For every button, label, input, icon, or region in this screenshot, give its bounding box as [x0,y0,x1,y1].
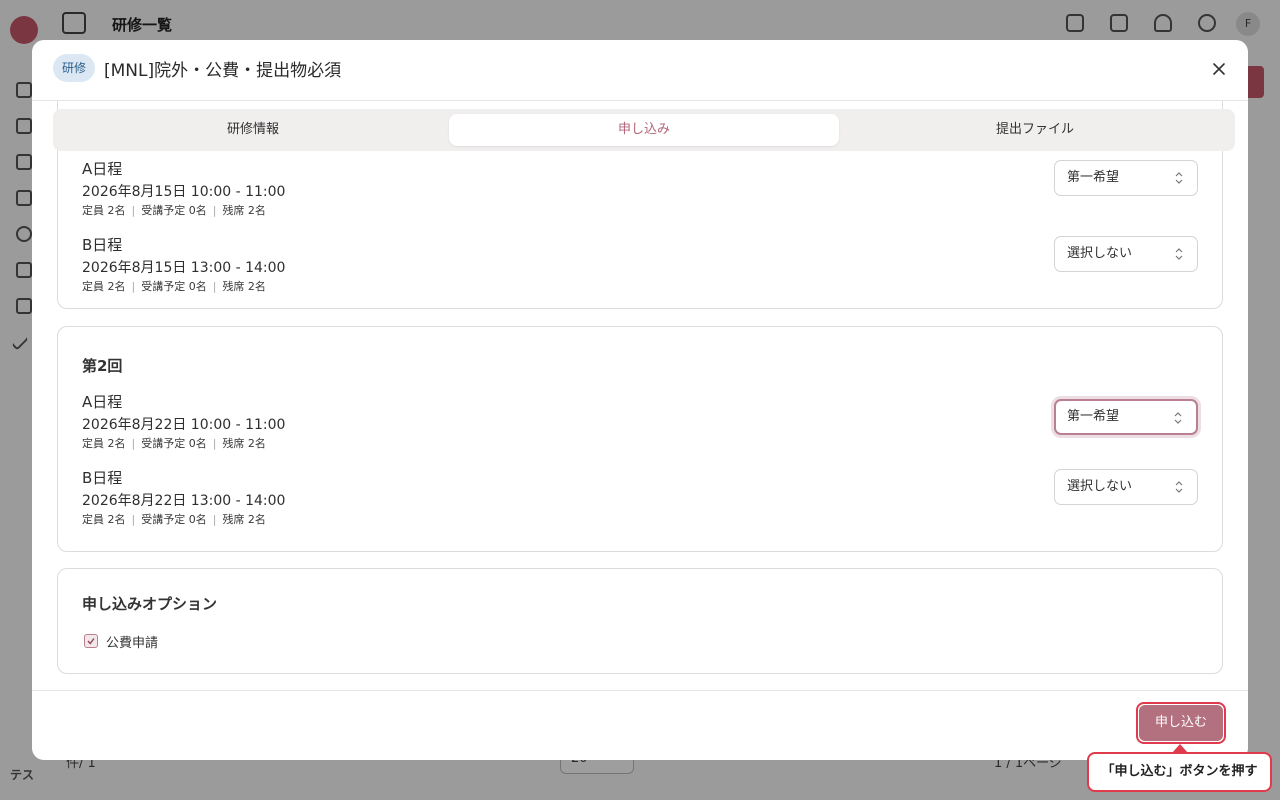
close-icon [1213,63,1225,75]
slot-datetime: 2026年8月22日 10:00 - 11:00 [82,417,286,433]
slot-capacity-info: 定員 2名 | 受講予定 0名 | 残席 2名 [82,280,266,293]
submit-button[interactable]: 申し込む [1139,705,1223,741]
schedule-slot: B日程 2026年8月22日 13:00 - 14:00 定員 2名 | 受講予定 … [82,467,1202,527]
planned-count: 受講予定 0名 [141,280,207,293]
capacity: 定員 2名 [82,437,126,450]
tab-training-info[interactable]: 研修情報 [58,114,448,146]
category-badge: 研修 [53,54,96,82]
modal-header: 研修 [MNL]院外・公費・提出物必須 [32,40,1248,101]
slot-capacity-info: 定員 2名 | 受講予定 0名 | 残席 2名 [82,437,266,450]
planned-count: 受講予定 0名 [141,437,207,450]
tab-list: 研修情報 申し込み 提出ファイル [53,109,1235,151]
remaining-seats: 残席 2名 [222,513,266,526]
chevron-updown-icon [1175,248,1183,260]
preference-select[interactable]: 選択しない [1054,469,1198,505]
slot-datetime: 2026年8月22日 13:00 - 14:00 [82,493,286,509]
slot-datetime: 2026年8月15日 13:00 - 14:00 [82,260,286,276]
chevron-updown-icon [1174,412,1182,424]
capacity: 定員 2名 [82,280,126,293]
select-value: 第一希望 [1067,170,1120,185]
modal-footer [32,690,1248,760]
public-funding-label: 公費申請 [106,636,159,651]
close-button[interactable] [1208,58,1230,80]
schedule-slot: A日程 2026年8月15日 10:00 - 11:00 定員 2名 | 受講予定 … [82,158,1202,218]
preference-select[interactable]: 選択しない [1054,236,1198,272]
chevron-updown-icon [1175,172,1183,184]
tab-application[interactable]: 申し込み [449,114,839,146]
session-card: 第2回 A日程 2026年8月22日 10:00 - 11:00 定員 2名 | 受… [57,326,1223,552]
slot-capacity-info: 定員 2名 | 受講予定 0名 | 残席 2名 [82,513,266,526]
guide-tooltip: 「申し込む」ボタンを押す [1087,752,1272,792]
remaining-seats: 残席 2名 [222,437,266,450]
slot-capacity-info: 定員 2名 | 受講予定 0名 | 残席 2名 [82,204,266,217]
modal-body[interactable]: 研修情報 申し込み 提出ファイル A日程 2026年8月15日 10:00 - … [32,101,1248,690]
remaining-seats: 残席 2名 [222,204,266,217]
capacity: 定員 2名 [82,204,126,217]
select-value: 第一希望 [1067,409,1120,424]
preference-select[interactable]: 第一希望 [1054,160,1198,196]
remaining-seats: 残席 2名 [222,280,266,293]
slot-name: A日程 [82,393,123,411]
slot-name: B日程 [82,469,123,487]
slot-name: B日程 [82,236,123,254]
schedule-slot: B日程 2026年8月15日 13:00 - 14:00 定員 2名 | 受講予定 … [82,234,1202,294]
schedule-slot: A日程 2026年8月22日 10:00 - 11:00 定員 2名 | 受講予定 … [82,391,1202,451]
select-value: 選択しない [1067,479,1133,494]
training-modal: 研修 [MNL]院外・公費・提出物必須 研修情報 申し込み 提出ファイル A日程… [32,40,1248,760]
tab-submission-files[interactable]: 提出ファイル [840,114,1230,146]
slot-name: A日程 [82,160,123,178]
options-heading: 申し込みオプション [82,595,218,613]
capacity: 定員 2名 [82,513,126,526]
chevron-updown-icon [1175,481,1183,493]
options-card: 申し込みオプション 公費申請 [57,568,1223,674]
slot-datetime: 2026年8月15日 10:00 - 11:00 [82,184,286,200]
select-value: 選択しない [1067,246,1133,261]
preference-select[interactable]: 第一希望 [1054,399,1198,435]
session-heading: 第2回 [82,357,123,375]
planned-count: 受講予定 0名 [141,513,207,526]
check-icon [87,638,95,645]
modal-title: [MNL]院外・公費・提出物必須 [104,61,342,81]
public-funding-checkbox[interactable] [84,634,98,648]
planned-count: 受講予定 0名 [141,204,207,217]
